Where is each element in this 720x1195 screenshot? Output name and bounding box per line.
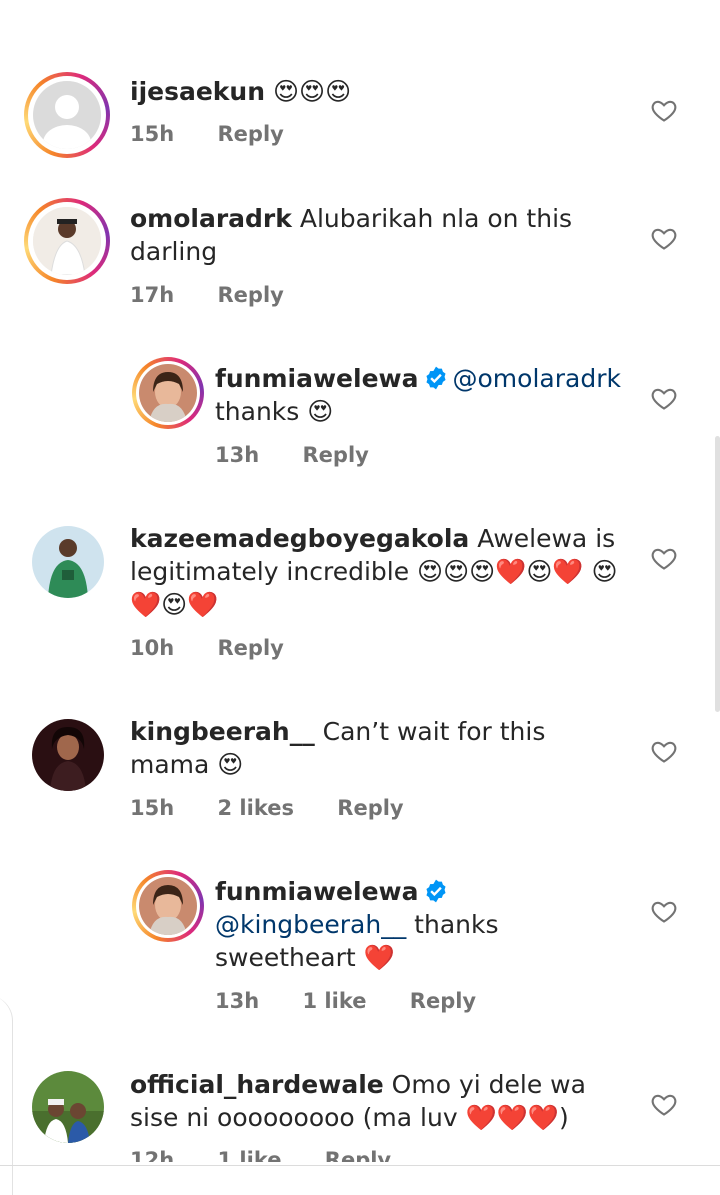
scrollbar[interactable] xyxy=(715,436,720,712)
reply-button[interactable]: Reply xyxy=(303,443,369,467)
comment-text: ijesaekun 😍😍😍 xyxy=(130,75,630,108)
comment-text: kazeemadegboyegakola Awelewa is legitima… xyxy=(130,522,630,621)
verified-badge-icon xyxy=(425,366,446,390)
reply-button[interactable]: Reply xyxy=(410,989,476,1013)
profile-photo-icon xyxy=(32,719,104,791)
comment-time: 17h xyxy=(130,283,175,307)
default-avatar-icon xyxy=(43,95,91,149)
reply-button[interactable]: Reply xyxy=(218,283,284,307)
comment-meta: 13h Reply xyxy=(215,443,405,467)
mention-link[interactable]: @kingbeerah__ xyxy=(215,910,406,939)
comment-username[interactable]: kingbeerah__ xyxy=(130,717,315,746)
comment-time: 13h xyxy=(215,443,260,467)
comment-text: official_hardewale Omo yi dele wa sise n… xyxy=(130,1068,630,1134)
profile-photo-icon xyxy=(32,1071,104,1143)
like-heart-icon[interactable] xyxy=(650,897,678,925)
comment-time: 12h xyxy=(130,1148,175,1162)
comment-username[interactable]: official_hardewale xyxy=(130,1070,384,1099)
like-count[interactable]: 1 like xyxy=(303,989,367,1013)
like-count[interactable]: 1 like xyxy=(218,1148,282,1162)
comment-meta: 13h 1 like Reply xyxy=(215,989,512,1013)
profile-photo-icon xyxy=(33,207,101,275)
avatar[interactable] xyxy=(24,198,110,284)
avatar[interactable] xyxy=(32,526,104,598)
reply-button[interactable]: Reply xyxy=(337,796,403,820)
avatar[interactable] xyxy=(24,72,110,158)
comment-meta: 10h Reply xyxy=(130,636,320,660)
avatar[interactable] xyxy=(132,357,204,429)
comment-username[interactable]: kazeemadegboyegakola xyxy=(130,524,469,553)
comment-meta: 17h Reply xyxy=(130,283,320,307)
comment-username[interactable]: ijesaekun xyxy=(130,77,265,106)
like-heart-icon[interactable] xyxy=(650,737,678,765)
like-heart-icon[interactable] xyxy=(650,224,678,252)
avatar[interactable] xyxy=(32,719,104,791)
comment-time: 10h xyxy=(130,636,175,660)
comment-meta: 15h Reply xyxy=(130,122,320,146)
comment-time: 15h xyxy=(130,122,175,146)
comment-username[interactable]: funmiawelewa xyxy=(215,364,419,393)
avatar[interactable] xyxy=(32,1071,104,1143)
comment-username[interactable]: omolaradrk xyxy=(130,204,292,233)
like-heart-icon[interactable] xyxy=(650,544,678,572)
comment-username[interactable]: funmiawelewa xyxy=(215,877,419,906)
like-heart-icon[interactable] xyxy=(650,1090,678,1118)
profile-photo-icon xyxy=(139,364,197,422)
reply-button[interactable]: Reply xyxy=(218,636,284,660)
reply-button[interactable]: Reply xyxy=(325,1148,391,1162)
comment-time: 15h xyxy=(130,796,175,820)
comment-text: funmiawelewa @omolaradrk thanks 😍 xyxy=(215,362,635,428)
comment-meta: 12h 1 like Reply xyxy=(130,1148,427,1162)
verified-badge-icon xyxy=(425,879,446,903)
comment-text: funmiawelewa@kingbeerah__ thanks sweethe… xyxy=(215,875,635,974)
mention-link[interactable]: @omolaradrk xyxy=(453,364,621,393)
like-heart-icon[interactable] xyxy=(650,96,678,124)
divider xyxy=(0,1165,720,1166)
like-count[interactable]: 2 likes xyxy=(218,796,294,820)
comment-body: thanks 😍 xyxy=(215,397,334,426)
profile-photo-icon xyxy=(139,877,197,935)
comment-text: kingbeerah__ Can’t wait for this mama 😍 xyxy=(130,715,630,781)
comment-text: omolaradrk Alubarikah nla on this darlin… xyxy=(130,202,630,268)
comment-time: 13h xyxy=(215,989,260,1013)
comment-meta: 15h 2 likes Reply xyxy=(130,796,440,820)
reply-button[interactable]: Reply xyxy=(218,122,284,146)
profile-photo-icon xyxy=(32,526,104,598)
avatar[interactable] xyxy=(132,870,204,942)
comment-body: 😍😍😍 xyxy=(265,77,352,106)
like-heart-icon[interactable] xyxy=(650,384,678,412)
